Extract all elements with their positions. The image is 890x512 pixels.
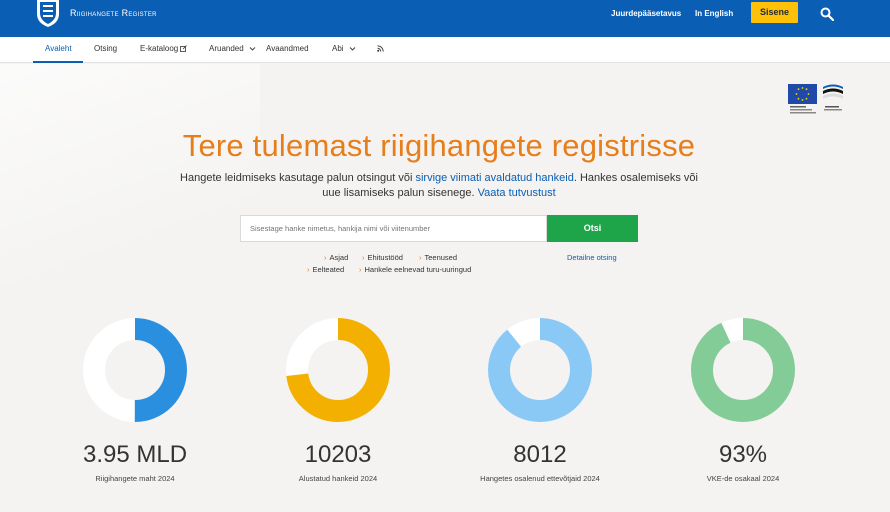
stat-label-companies: Hangetes osalenud ettevõtjaid 2024 bbox=[480, 474, 600, 483]
search-input[interactable] bbox=[240, 215, 547, 242]
quick-link-turu-uuringud[interactable]: › Hankele eelnevad turu-uuringud bbox=[359, 265, 471, 274]
quick-link-eelteated[interactable]: › Eelteated bbox=[307, 265, 344, 274]
stat-donut-companies bbox=[488, 318, 592, 422]
nav-item-avaleht[interactable]: Avaleht bbox=[45, 44, 72, 53]
accessibility-link[interactable]: Juurdepääsetavus bbox=[611, 9, 681, 18]
advanced-search-link[interactable]: Detailne otsing bbox=[567, 253, 617, 262]
quick-link-asjad[interactable]: › Asjad bbox=[324, 253, 348, 262]
language-link[interactable]: In English bbox=[695, 9, 733, 18]
stat-label-sme-share: VKE-de osakaal 2024 bbox=[706, 474, 780, 483]
estonia-logo bbox=[823, 84, 843, 111]
hero-description: Hangete leidmiseks kasutage palun otsing… bbox=[180, 172, 698, 199]
donut-arc bbox=[488, 318, 592, 422]
external-link-icon bbox=[180, 45, 188, 52]
active-tab-indicator bbox=[33, 61, 83, 63]
quick-link-teenused[interactable]: › Teenused bbox=[419, 253, 457, 262]
rss-icon[interactable] bbox=[377, 45, 384, 52]
login-button[interactable]: Sisene bbox=[751, 2, 798, 23]
chevron-right-icon: › bbox=[362, 253, 365, 262]
coat-of-arms-logo[interactable] bbox=[33, 0, 63, 27]
chevron-down-icon bbox=[249, 47, 256, 51]
stat-donut-tenders bbox=[286, 318, 390, 422]
stat-donut-sme-share bbox=[691, 318, 795, 422]
nav-item-aruanded[interactable]: Aruanded bbox=[209, 44, 256, 53]
eu-fund-logo bbox=[788, 84, 817, 114]
page-title: Tere tulemast riigihangete registrisse bbox=[182, 128, 696, 163]
chevron-right-icon: › bbox=[324, 253, 327, 262]
main-nav: Avaleht Otsing E-kataloog Aruanded Avaan… bbox=[0, 37, 890, 63]
stat-value-volume: 3.95 MLD bbox=[82, 441, 188, 468]
search-button[interactable]: Otsi bbox=[547, 215, 638, 242]
stat-label-volume: Riigihangete maht 2024 bbox=[95, 474, 175, 483]
stat-label-tenders: Alustatud hankeid 2024 bbox=[298, 474, 378, 483]
stat-value-sme-share: 93% bbox=[718, 441, 768, 468]
search-icon[interactable] bbox=[820, 7, 834, 21]
chevron-right-icon: › bbox=[307, 265, 310, 274]
stat-value-tenders: 10203 bbox=[304, 441, 372, 468]
nav-item-e-kataloog[interactable]: E-kataloog bbox=[140, 44, 188, 53]
chevron-right-icon: › bbox=[419, 253, 422, 262]
nav-item-avaandmed[interactable]: Avaandmed bbox=[266, 44, 309, 53]
browse-tenders-link[interactable]: sirvige viimati avaldatud hankeid bbox=[415, 172, 573, 184]
donut-arc bbox=[691, 318, 795, 422]
chevron-down-icon bbox=[349, 47, 355, 51]
stat-donut-volume bbox=[83, 318, 187, 422]
nav-item-abi[interactable]: Abi bbox=[332, 44, 356, 53]
intro-link[interactable]: Vaata tutvustust bbox=[478, 187, 556, 199]
top-bar: Riigihangete Register Juurdepääsetavus I… bbox=[0, 0, 890, 37]
quick-link-ehitustood[interactable]: › Ehitustööd bbox=[362, 253, 403, 262]
chevron-right-icon: › bbox=[359, 265, 362, 274]
brand-title[interactable]: Riigihangete Register bbox=[70, 8, 157, 18]
stat-value-companies: 8012 bbox=[513, 441, 567, 468]
nav-item-otsing[interactable]: Otsing bbox=[94, 44, 117, 53]
